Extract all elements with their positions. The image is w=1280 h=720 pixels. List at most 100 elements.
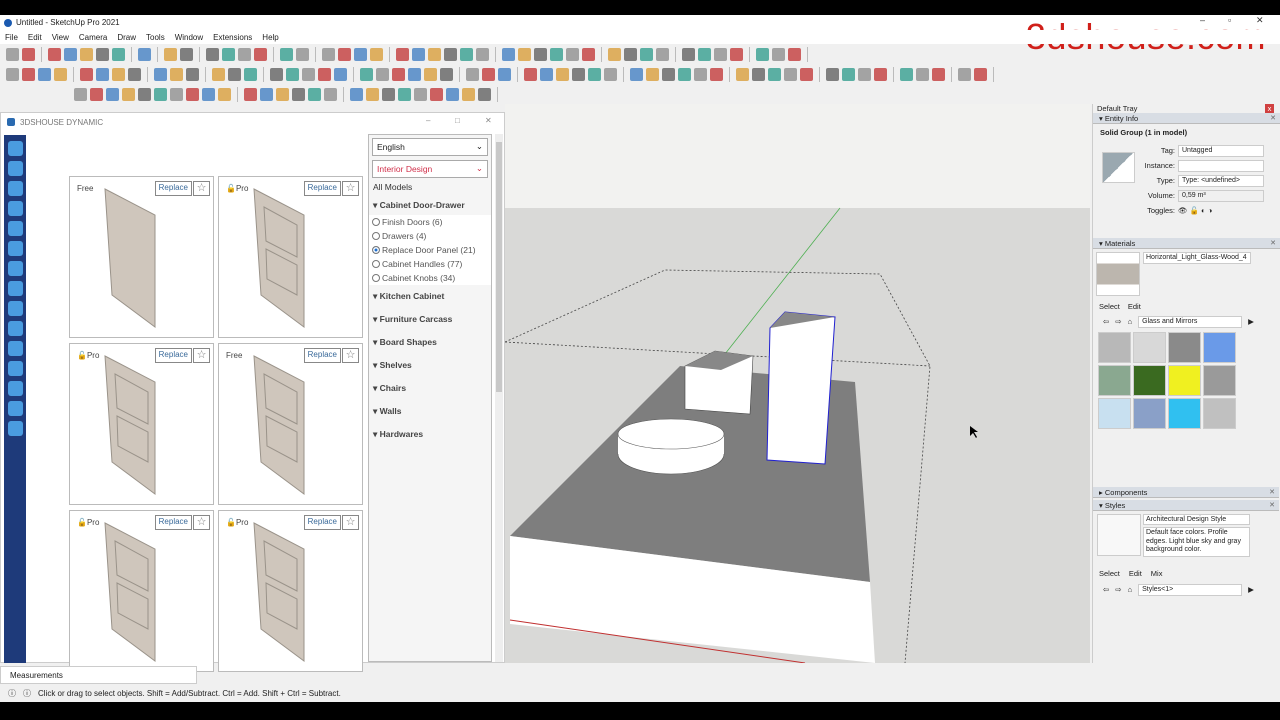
styles-tab-edit[interactable]: Edit bbox=[1129, 569, 1142, 578]
subcategory-radio[interactable]: Cabinet Handles (77) bbox=[369, 257, 491, 271]
toolbar-tool-icon[interactable] bbox=[460, 47, 473, 61]
toolbar-tool-icon[interactable] bbox=[54, 67, 67, 81]
toolbar-tool-icon[interactable] bbox=[842, 67, 855, 81]
toolbar-tool-icon[interactable] bbox=[498, 67, 511, 81]
toolbar-tool-icon[interactable] bbox=[694, 67, 707, 81]
toolbar-tool-icon[interactable] bbox=[360, 67, 373, 81]
model-card[interactable]: 🔓Pro Replace ☆ bbox=[69, 510, 214, 672]
help-icon[interactable]: ⓘ bbox=[23, 688, 31, 699]
toolbar-tool-icon[interactable] bbox=[222, 47, 235, 61]
details-arrow-icon[interactable]: ▶ bbox=[1248, 585, 1254, 594]
plugin-maximize-button[interactable]: □ bbox=[455, 116, 460, 125]
favorite-star-icon[interactable]: ☆ bbox=[193, 348, 210, 363]
toolbar-tool-icon[interactable] bbox=[112, 47, 125, 61]
toolbar-tool-icon[interactable] bbox=[428, 47, 441, 61]
toolbar-tool-icon[interactable] bbox=[90, 87, 103, 101]
toolbar-tool-icon[interactable] bbox=[566, 47, 579, 61]
toolbar-tool-icon[interactable] bbox=[482, 67, 495, 81]
styles-header[interactable]: ▾ Styles ✕ bbox=[1093, 500, 1279, 511]
toolbar-tool-icon[interactable] bbox=[476, 47, 489, 61]
toolbar-tool-icon[interactable] bbox=[244, 67, 257, 81]
subcategory-radio[interactable]: Cabinet Knobs (34) bbox=[369, 271, 491, 285]
favorite-star-icon[interactable]: ☆ bbox=[193, 515, 210, 530]
toolbar-tool-icon[interactable] bbox=[112, 67, 125, 81]
toolbar-tool-icon[interactable] bbox=[154, 67, 167, 81]
material-swatch[interactable] bbox=[1133, 332, 1166, 363]
toolbar-tool-icon[interactable] bbox=[412, 47, 425, 61]
plugin-tool-icon[interactable] bbox=[7, 141, 23, 156]
group-cabinet-door-drawer[interactable]: ▾ Cabinet Door-Drawer bbox=[369, 196, 491, 215]
toolbar-tool-icon[interactable] bbox=[48, 47, 61, 61]
toolbar-tool-icon[interactable] bbox=[444, 47, 457, 61]
toolbar-tool-icon[interactable] bbox=[96, 47, 109, 61]
visibility-toggle-icon[interactable]: 👁 bbox=[1178, 206, 1188, 215]
plugin-tool-icon[interactable] bbox=[7, 181, 23, 196]
toolbar-tool-icon[interactable] bbox=[826, 67, 839, 81]
toolbar-tool-icon[interactable] bbox=[122, 87, 135, 101]
toolbar-tool-icon[interactable] bbox=[414, 87, 427, 101]
toolbar-tool-icon[interactable] bbox=[430, 87, 443, 101]
toolbar-tool-icon[interactable] bbox=[466, 67, 479, 81]
toolbar-tool-icon[interactable] bbox=[662, 67, 675, 81]
plugin-tool-icon[interactable] bbox=[7, 321, 23, 336]
plugin-tool-icon[interactable] bbox=[7, 261, 23, 276]
toolbar-tool-icon[interactable] bbox=[550, 47, 563, 61]
toolbar-tool-icon[interactable] bbox=[322, 47, 335, 61]
toolbar-tool-icon[interactable] bbox=[588, 67, 601, 81]
toolbar-tool-icon[interactable] bbox=[424, 67, 437, 81]
model-card[interactable]: 🔓Pro Replace ☆ bbox=[218, 176, 363, 338]
toolbar-tool-icon[interactable] bbox=[478, 87, 491, 101]
subcategory-radio[interactable]: Replace Door Panel (21) bbox=[369, 243, 491, 257]
material-swatch[interactable] bbox=[1168, 365, 1201, 396]
plugin-minimize-button[interactable]: – bbox=[426, 116, 430, 125]
toolbar-tool-icon[interactable] bbox=[354, 47, 367, 61]
toolbar-tool-icon[interactable] bbox=[334, 67, 347, 81]
material-swatch[interactable] bbox=[1098, 332, 1131, 363]
all-models-link[interactable]: All Models bbox=[369, 178, 491, 196]
menu-view[interactable]: View bbox=[52, 33, 69, 42]
toolbar-tool-icon[interactable] bbox=[398, 87, 411, 101]
language-select[interactable]: English ⌄ bbox=[372, 138, 488, 156]
lock-toggle-icon[interactable]: 🔓 bbox=[1190, 206, 1199, 215]
materials-header[interactable]: ▾ Materials ✕ bbox=[1093, 238, 1280, 249]
material-swatch[interactable] bbox=[1098, 365, 1131, 396]
category-group[interactable]: ▾ Shelves bbox=[369, 354, 491, 377]
toolbar-tool-icon[interactable] bbox=[382, 87, 395, 101]
menu-extensions[interactable]: Extensions bbox=[213, 33, 252, 42]
toolbar-tool-icon[interactable] bbox=[164, 47, 177, 61]
toolbar-tool-icon[interactable] bbox=[788, 47, 801, 61]
toolbar-tool-icon[interactable] bbox=[350, 87, 363, 101]
toolbar-tool-icon[interactable] bbox=[74, 87, 87, 101]
toolbar-tool-icon[interactable] bbox=[678, 67, 691, 81]
scrollbar-thumb[interactable] bbox=[496, 142, 502, 392]
plugin-tool-icon[interactable] bbox=[7, 161, 23, 176]
toolbar-tool-icon[interactable] bbox=[958, 67, 971, 81]
home-icon[interactable]: ⌂ bbox=[1128, 585, 1133, 594]
plugin-tool-icon[interactable] bbox=[7, 361, 23, 376]
category-group[interactable]: ▾ Walls bbox=[369, 400, 491, 423]
plugin-tool-icon[interactable] bbox=[7, 421, 23, 436]
style-library-select[interactable]: Styles<1> bbox=[1138, 583, 1243, 596]
toolbar-tool-icon[interactable] bbox=[736, 67, 749, 81]
toolbar-tool-icon[interactable] bbox=[800, 67, 813, 81]
toolbar-tool-icon[interactable] bbox=[318, 67, 331, 81]
toolbar-tool-icon[interactable] bbox=[206, 47, 219, 61]
plugin-tool-icon[interactable] bbox=[7, 401, 23, 416]
toolbar-tool-icon[interactable] bbox=[270, 67, 283, 81]
toolbar-tool-icon[interactable] bbox=[604, 67, 617, 81]
toolbar-tool-icon[interactable] bbox=[324, 87, 337, 101]
plugin-tool-icon[interactable] bbox=[7, 201, 23, 216]
toolbar-tool-icon[interactable] bbox=[292, 87, 305, 101]
toolbar-tool-icon[interactable] bbox=[296, 47, 309, 61]
toolbar-tool-icon[interactable] bbox=[446, 87, 459, 101]
forward-arrow-icon[interactable]: ⇨ bbox=[1115, 317, 1121, 326]
plugin-tool-icon[interactable] bbox=[7, 341, 23, 356]
plugin-tool-icon[interactable] bbox=[7, 381, 23, 396]
toolbar-tool-icon[interactable] bbox=[244, 87, 257, 101]
category-group[interactable]: ▾ Chairs bbox=[369, 377, 491, 400]
close-icon[interactable]: ✕ bbox=[1270, 114, 1276, 122]
toolbar-tool-icon[interactable] bbox=[714, 47, 727, 61]
radio-button[interactable] bbox=[372, 232, 380, 240]
close-icon[interactable]: ✕ bbox=[1269, 501, 1275, 509]
toolbar-tool-icon[interactable] bbox=[38, 67, 51, 81]
